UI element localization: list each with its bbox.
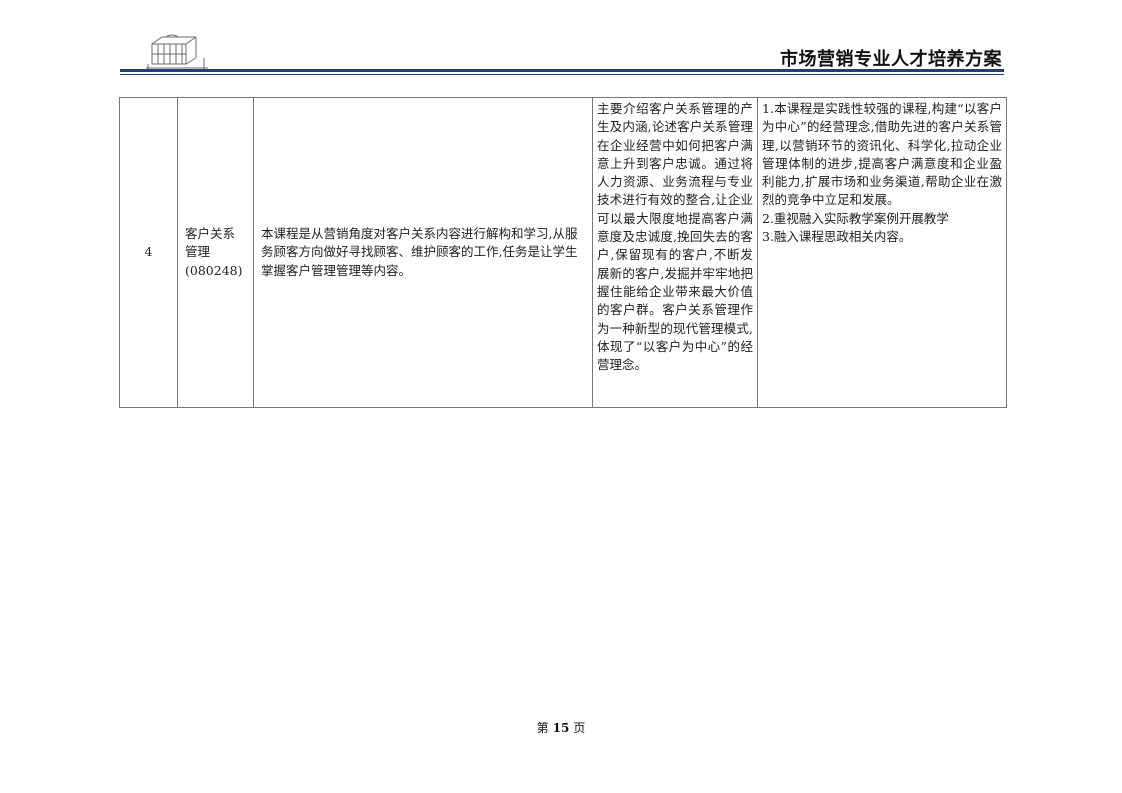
- page-footer: 第 15 页: [0, 719, 1122, 736]
- course-objective: 本课程是从营销角度对客户关系内容进行解构和学习,从服务顾客方向做好寻找顾客、维护…: [253, 97, 593, 408]
- page-header: 市场营销专业人才培养方案: [120, 30, 1004, 74]
- document-title: 市场营销专业人才培养方案: [780, 49, 1002, 70]
- course-requirements-cell: 1.本课程是实践性较强的课程,构建“以客户为中心”的经营理念,借助先进的客户关系…: [757, 97, 1007, 408]
- header-rule-thick: [120, 69, 1004, 72]
- requirement-item: 2.重视融入实际教学案例开展教学: [762, 210, 949, 226]
- course-code: (080248): [185, 262, 243, 278]
- page-suffix: 页: [573, 721, 586, 735]
- loom-machine-logo-icon: [146, 34, 208, 70]
- requirement-item: 1.本课程是实践性较强的课程,构建“以客户为中心”的经营理念,借助先进的客户关系…: [762, 101, 1002, 208]
- course-table: 4 客户关系 管理 (080248) 本课程是从营销角度对客户关系内容进行解构和…: [119, 97, 1007, 408]
- table-row: 4 客户关系 管理 (080248) 本课程是从营销角度对客户关系内容进行解构和…: [119, 97, 1007, 408]
- requirement-item: 3.融入课程思政相关内容。: [762, 229, 912, 245]
- course-content: 主要介绍客户关系管理的产生及内涵,论述客户关系管理在企业经营中如何把客户满意上升…: [597, 101, 753, 373]
- page-prefix: 第: [536, 721, 549, 735]
- course-content-cell: 主要介绍客户关系管理的产生及内涵,论述客户关系管理在企业经营中如何把客户满意上升…: [592, 97, 758, 408]
- header-rule-thin: [120, 74, 1004, 75]
- course-name-line1: 客户关系: [185, 226, 236, 242]
- page-number: 15: [552, 721, 570, 735]
- course-name-line2: 管理: [185, 244, 211, 260]
- course-number: 4: [119, 97, 178, 408]
- course-name-cell: 客户关系 管理 (080248): [177, 97, 254, 408]
